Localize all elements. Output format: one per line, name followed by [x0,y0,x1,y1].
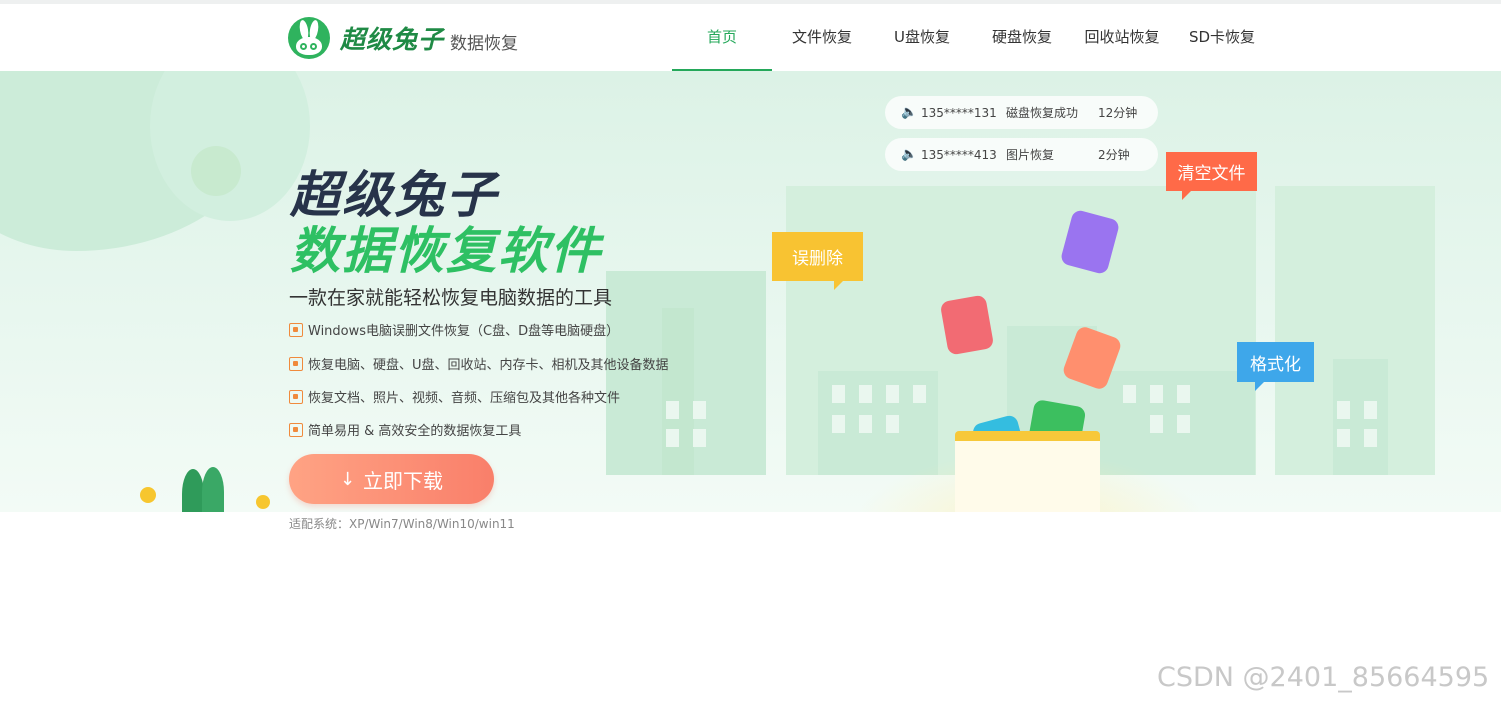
speaker-icon: 🔈 [901,105,918,120]
background-circle [191,146,241,196]
window-illustration [1177,385,1190,403]
media-play-icon [289,389,303,404]
ticker-time: 2分钟 [1098,148,1130,162]
recycle-bucket-icon [955,431,1100,512]
window-illustration [1123,385,1136,403]
window-illustration [1150,385,1163,403]
hero-description: 一款在家就能轻松恢复电脑数据的工具 [289,287,613,309]
flower-illustration [140,487,156,503]
window-illustration [1177,415,1190,433]
plant-illustration [182,469,204,512]
window-illustration [832,415,845,433]
device-icon [289,356,303,371]
ticker-time: 12分钟 [1098,106,1138,120]
deleted-tag: 误删除 [772,232,863,290]
hero-banner: 超级兔子 数据恢复软件 一款在家就能轻松恢复电脑数据的工具 Windows电脑误… [0,71,1501,512]
feature-text: 简单易用 & 高效安全的数据恢复工具 [308,424,522,439]
logo-subtitle: 数据恢复 [450,33,519,54]
window-illustration [666,429,679,447]
feature-text: 恢复电脑、硬盘、U盘、回收站、内存卡、相机及其他设备数据 [308,358,669,373]
window-illustration [666,401,679,419]
window-illustration [1337,429,1350,447]
clear-files-tag-label: 清空文件 [1177,164,1246,184]
download-arrow-icon: ↓ [339,468,356,490]
site-header: 超级兔子 数据恢复 首页 文件恢复 U盘恢复 硬盘恢复 回收站恢复 SD卡恢复 [0,4,1501,71]
deleted-tag-label: 误删除 [792,249,843,269]
toolbox-icon [289,422,303,437]
nav-home[interactable]: 首页 [672,4,772,71]
window-illustration [1337,401,1350,419]
watermark-text: CSDN @2401_85664595 [1157,662,1490,693]
window-illustration [1150,415,1163,433]
building-illustration [662,308,694,475]
window-illustration [913,385,926,403]
feature-text: Windows电脑误删文件恢复（C盘、D盘等电脑硬盘） [308,324,620,339]
main-nav: 首页 文件恢复 U盘恢复 硬盘恢复 回收站恢复 SD卡恢复 [672,4,1272,71]
nav-disk-recovery[interactable]: 硬盘恢复 [972,4,1072,71]
ticker-action: 磁盘恢复成功 [1006,106,1079,120]
ticker-action: 图片恢复 [1006,148,1055,162]
recovery-ticker: 🔈 135*****413 图片恢复 2分钟 [885,138,1158,171]
format-tag: 格式化 [1237,342,1314,391]
format-tag-label: 格式化 [1250,354,1301,375]
recovery-ticker: 🔈 135*****131 磁盘恢复成功 12分钟 [885,96,1158,129]
nav-recycle-bin-recovery[interactable]: 回收站恢复 [1072,4,1172,71]
window-illustration [832,385,845,403]
windows-recovery-icon [289,322,303,337]
nav-usb-recovery[interactable]: U盘恢复 [872,4,972,71]
speaker-icon: 🔈 [901,147,918,162]
plant-illustration [202,467,224,512]
logo[interactable]: 超级兔子 数据恢复 [288,16,518,60]
nav-file-recovery[interactable]: 文件恢复 [772,4,872,71]
nav-sd-card-recovery[interactable]: SD卡恢复 [1172,4,1272,71]
download-button[interactable]: ↓ 立即下载 [289,454,494,504]
sd-card-icon [939,294,995,356]
window-illustration [859,385,872,403]
window-illustration [1364,429,1377,447]
ticker-phone: 135*****131 [921,105,997,120]
ticker-phone: 135*****413 [921,147,997,162]
feature-item: 恢复电脑、硬盘、U盘、回收站、内存卡、相机及其他设备数据 [289,354,669,373]
window-illustration [693,401,706,419]
flower-illustration [256,495,270,509]
feature-item: 简单易用 & 高效安全的数据恢复工具 [289,420,521,439]
window-illustration [886,415,899,433]
system-compatibility-text: 适配系统：XP/Win7/Win8/Win10/win11 [289,517,515,531]
window-illustration [859,415,872,433]
feature-item: 恢复文档、照片、视频、音频、压缩包及其他各种文件 [289,387,620,406]
logo-brand-text: 超级兔子 [340,25,445,54]
window-illustration [693,429,706,447]
window-illustration [1364,401,1377,419]
rabbit-logo-icon [288,17,330,59]
download-button-label: 立即下载 [363,468,444,493]
feature-text: 恢复文档、照片、视频、音频、压缩包及其他各种文件 [308,391,621,406]
clear-files-tag: 清空文件 [1166,152,1257,200]
window-illustration [886,385,899,403]
feature-item: Windows电脑误删文件恢复（C盘、D盘等电脑硬盘） [289,320,619,339]
hero-subtitle: 数据恢复软件 [290,222,602,280]
